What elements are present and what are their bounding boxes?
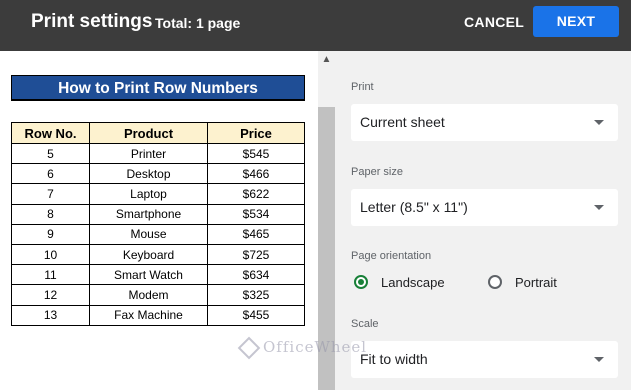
table-cell: 10 (11, 243, 90, 266)
table-cell: 8 (11, 203, 90, 225)
table-cell: Smart Watch (89, 264, 208, 286)
table-row: 12 Modem $325 (11, 284, 305, 306)
table-cell: $325 (207, 284, 305, 306)
print-label: Print (351, 81, 374, 93)
table-cell: 13 (11, 304, 90, 326)
table-cell: $622 (207, 183, 305, 205)
column-header: Product (89, 122, 208, 144)
table-row: 6 Desktop $466 (11, 163, 305, 185)
table-cell: Modem (89, 284, 208, 306)
table-row: 11 Smart Watch $634 (11, 264, 305, 286)
settings-panel: Print Current sheet Paper size Letter (8… (335, 51, 631, 390)
next-button[interactable]: NEXT (533, 6, 619, 37)
table-cell: $466 (207, 163, 305, 185)
top-bar: Print settings Total: 1 page CANCEL NEXT (0, 0, 631, 51)
scale-select[interactable]: Fit to width (351, 341, 618, 378)
table-row: 8 Smartphone $534 (11, 203, 305, 225)
table-cell: 12 (11, 284, 90, 306)
landscape-radio[interactable] (354, 275, 368, 289)
portrait-radio[interactable] (488, 275, 502, 289)
paper-size-select[interactable]: Letter (8.5" x 11") (351, 189, 618, 226)
table-row: 10 Keyboard $725 (11, 243, 305, 266)
page-title: Print settings (31, 11, 153, 32)
table-cell: Mouse (89, 223, 208, 245)
dropdown-arrow-icon (594, 120, 604, 125)
table-cell: 6 (11, 163, 90, 185)
column-header: Row No. (11, 122, 90, 144)
print-select[interactable]: Current sheet (351, 104, 618, 141)
table-cell: $534 (207, 203, 305, 225)
table-cell: 11 (11, 264, 90, 286)
table-row: 7 Laptop $622 (11, 183, 305, 205)
table-cell: $634 (207, 264, 305, 286)
page-count: Total: 1 page (155, 15, 241, 31)
dropdown-arrow-icon (594, 357, 604, 362)
print-select-value: Current sheet (360, 114, 445, 130)
data-table: Row No. Product Price 5 Printer $545 6 Desk… (11, 122, 305, 326)
table-cell: $455 (207, 304, 305, 326)
table-cell: Printer (89, 142, 208, 165)
table-cell: $465 (207, 223, 305, 245)
table-cell: Laptop (89, 183, 208, 205)
column-header: Price (207, 122, 305, 144)
scale-label: Scale (351, 318, 379, 330)
portrait-label[interactable]: Portrait (515, 275, 557, 290)
watermark-text: OfficeWheel (263, 338, 368, 356)
watermark-icon (237, 336, 261, 360)
table-cell: Smartphone (89, 203, 208, 225)
table-row: 5 Printer $545 (11, 142, 305, 165)
scale-value: Fit to width (360, 351, 428, 367)
table-cell: $545 (207, 142, 305, 165)
chevron-up-icon[interactable]: ▲ (318, 53, 335, 67)
table-row: 9 Mouse $465 (11, 223, 305, 245)
table-cell: Fax Machine (89, 304, 208, 326)
table-cell: Keyboard (89, 243, 208, 266)
sheet-title: How to Print Row Numbers (11, 75, 305, 101)
paper-size-value: Letter (8.5" x 11") (360, 199, 468, 215)
cancel-button[interactable]: CANCEL (464, 14, 524, 30)
landscape-label[interactable]: Landscape (381, 275, 445, 290)
table-row: 13 Fax Machine $455 (11, 304, 305, 326)
dropdown-arrow-icon (594, 205, 604, 210)
table-cell: $725 (207, 243, 305, 266)
orientation-label: Page orientation (351, 250, 432, 262)
paper-size-label: Paper size (351, 166, 403, 178)
table-cell: Desktop (89, 163, 208, 185)
table-cell: 9 (11, 223, 90, 245)
watermark-logo: OfficeWheel (237, 336, 368, 360)
table-cell: 5 (11, 142, 90, 165)
table-header-row: Row No. Product Price (11, 122, 305, 144)
table-cell: 7 (11, 183, 90, 205)
